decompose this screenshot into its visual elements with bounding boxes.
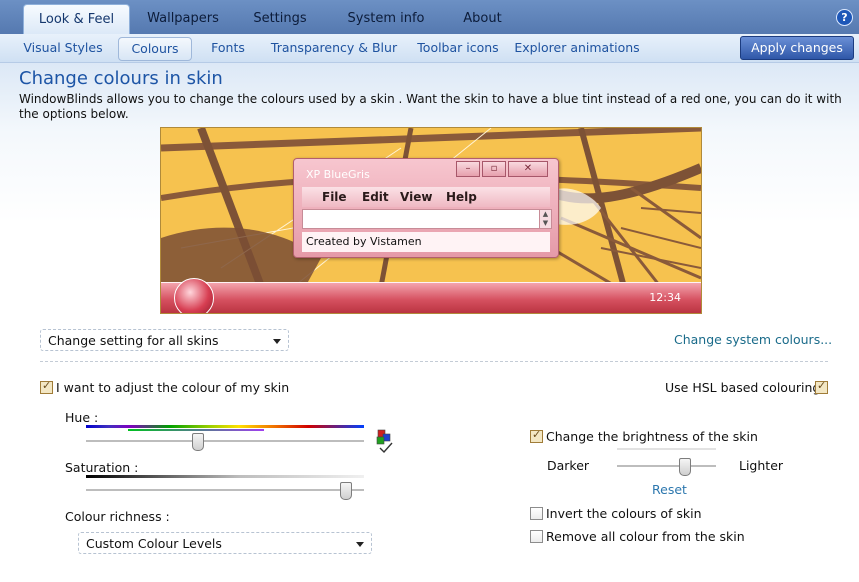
hue-slider-track[interactable]	[86, 440, 364, 443]
preview-taskbar	[161, 282, 701, 313]
hue-label: Hue :	[65, 410, 99, 425]
reset-brightness-link[interactable]: Reset	[652, 482, 687, 497]
saturation-slider-thumb[interactable]	[339, 482, 352, 500]
preview-clock: 12:34	[649, 291, 681, 304]
colour-richness-dropdown[interactable]: Custom Colour Levels	[78, 532, 372, 554]
lighter-label: Lighter	[739, 458, 784, 473]
subtab-colours[interactable]: Colours	[118, 37, 192, 61]
hue-spectrum-bar	[86, 425, 364, 428]
close-icon: ✕	[508, 161, 548, 177]
hsl-colouring-label: Use HSL based colouring	[665, 380, 821, 395]
content-panel: Change colours in skin WindowBlinds allo…	[0, 63, 859, 582]
adjust-colour-checkbox[interactable]	[40, 379, 53, 394]
remove-colour-label: Remove all colour from the skin	[546, 529, 745, 544]
page-description: WindowBlinds allows you to change the co…	[19, 92, 842, 121]
skin-scope-dropdown[interactable]: Change setting for all skins	[40, 329, 289, 351]
brightness-checkbox[interactable]	[530, 428, 543, 443]
main-tab-bar: Look & Feel Wallpapers Settings System i…	[0, 0, 859, 35]
colour-richness-value: Custom Colour Levels	[86, 536, 222, 551]
help-icon[interactable]: ?	[836, 9, 853, 26]
subtab-toolbar-icons[interactable]: Toolbar icons	[414, 37, 502, 59]
saturation-label: Saturation :	[65, 460, 139, 475]
minimize-icon: –	[456, 161, 480, 177]
invert-colours-label: Invert the colours of skin	[546, 506, 702, 521]
brightness-label: Change the brightness of the skin	[546, 429, 758, 444]
spin-down-icon: ▼	[542, 219, 549, 227]
chevron-down-icon	[273, 339, 281, 344]
preview-spinner-icon: ▲ ▼	[539, 209, 552, 229]
page-title: Change colours in skin	[19, 68, 223, 89]
hue-slider-thumb[interactable]	[192, 433, 205, 451]
subtab-transparency-blur[interactable]: Transparency & Blur	[268, 37, 400, 59]
palette-icon[interactable]	[375, 429, 395, 455]
section-divider	[40, 361, 828, 362]
preview-menu-edit: Edit	[362, 190, 389, 204]
tab-wallpapers[interactable]: Wallpapers	[138, 4, 228, 34]
subtab-explorer-animations[interactable]: Explorer animations	[514, 37, 640, 59]
tab-settings[interactable]: Settings	[245, 4, 315, 34]
apply-changes-button[interactable]: Apply changes	[740, 36, 854, 60]
preview-menu-bar: File Edit View Help	[302, 187, 550, 207]
subtab-visual-styles[interactable]: Visual Styles	[17, 37, 109, 59]
hsl-colouring-checkbox[interactable]	[815, 379, 828, 394]
preview-menu-file: File	[322, 190, 347, 204]
change-system-colours-link[interactable]: Change system colours...	[674, 332, 832, 347]
preview-status-bar: Created by Vistamen	[302, 232, 550, 252]
darker-label: Darker	[547, 458, 590, 473]
colour-richness-label: Colour richness :	[65, 509, 170, 524]
preview-window-title: XP BlueGris	[306, 168, 370, 181]
skin-preview: XP BlueGris – ▫ ✕ File Edit View Help ▲ …	[160, 127, 702, 314]
brightness-slider-track[interactable]	[617, 465, 716, 468]
chevron-down-icon	[356, 542, 364, 547]
skin-scope-value: Change setting for all skins	[48, 333, 219, 348]
sub-tab-bar: Visual Styles Colours Fonts Transparency…	[0, 34, 859, 63]
preview-menu-help: Help	[446, 190, 477, 204]
preview-text-field	[302, 209, 540, 229]
brightness-scale-line	[617, 448, 716, 451]
preview-window: XP BlueGris – ▫ ✕ File Edit View Help ▲ …	[293, 158, 559, 258]
adjust-colour-label: I want to adjust the colour of my skin	[56, 380, 290, 395]
remove-colour-checkbox[interactable]	[530, 530, 543, 543]
tab-look-and-feel[interactable]: Look & Feel	[23, 4, 130, 35]
invert-colours-checkbox[interactable]	[530, 507, 543, 520]
start-orb-icon	[174, 278, 214, 313]
tab-about[interactable]: About	[455, 4, 510, 34]
spin-up-icon: ▲	[542, 210, 549, 218]
saturation-gradient-bar	[86, 475, 364, 478]
brightness-slider-thumb[interactable]	[679, 458, 692, 476]
subtab-fonts[interactable]: Fonts	[205, 37, 251, 59]
tab-system-info[interactable]: System info	[341, 4, 431, 34]
hue-range-bar	[128, 429, 264, 431]
preview-menu-view: View	[400, 190, 433, 204]
maximize-icon: ▫	[482, 161, 506, 177]
saturation-slider-track[interactable]	[86, 489, 364, 492]
